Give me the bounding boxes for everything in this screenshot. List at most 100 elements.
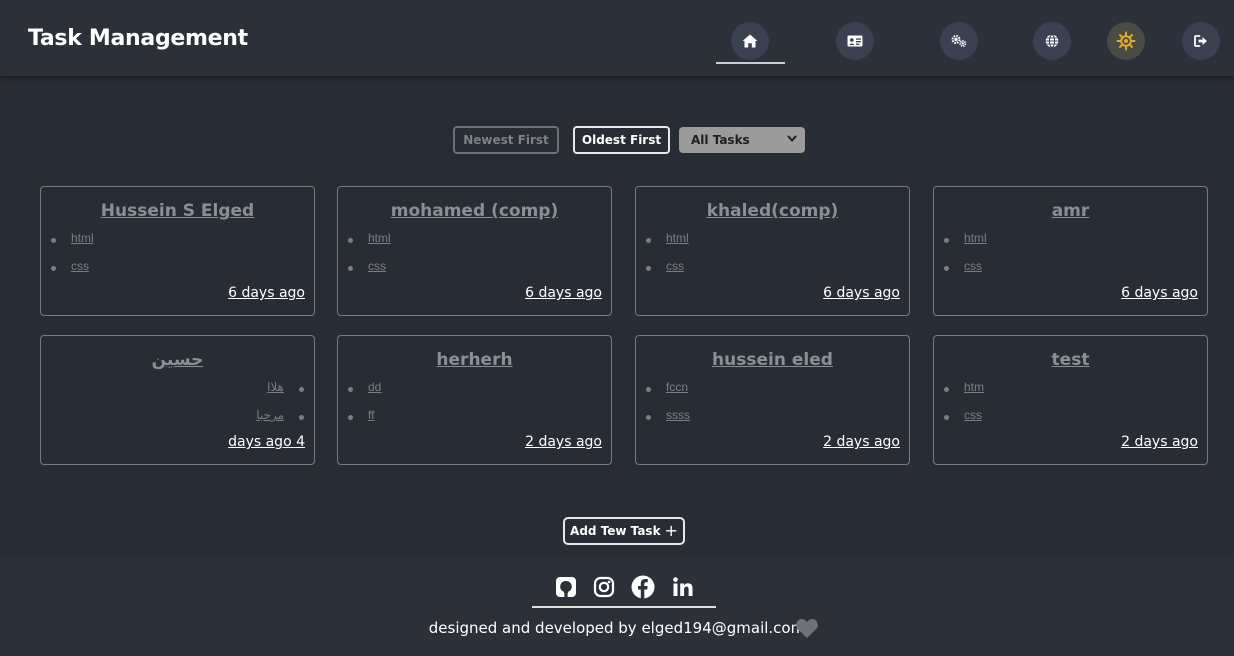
- task-card-date: 6 days ago: [228, 285, 305, 301]
- task-item-link[interactable]: html: [71, 231, 94, 245]
- chevron-down-icon: [787, 135, 797, 142]
- bullet-icon: [51, 238, 56, 243]
- bullet-icon: [348, 415, 353, 420]
- task-card-list: fccn ssss: [636, 378, 909, 434]
- task-card-date: 6 days ago: [823, 285, 900, 301]
- id-card-icon: [847, 35, 863, 47]
- task-card-title[interactable]: hussein eled: [636, 350, 909, 370]
- top-navbar: Task Management: [0, 0, 1234, 76]
- task-item-link[interactable]: css: [666, 259, 684, 273]
- list-item: مرحبا: [41, 406, 314, 434]
- task-item-link[interactable]: dd: [368, 380, 381, 394]
- task-card-date: 2 days ago: [823, 434, 900, 450]
- list-item: fccn: [636, 378, 909, 406]
- task-card-date: days ago 4: [228, 434, 305, 450]
- task-card-title[interactable]: test: [934, 350, 1207, 370]
- task-item-link[interactable]: css: [71, 259, 89, 273]
- nav-theme-toggle-button[interactable]: [1107, 22, 1145, 60]
- task-card: حسين هلاا مرحبا days ago 4: [40, 335, 315, 465]
- task-card: Hussein S Elged html css 6 days ago: [40, 186, 315, 316]
- bullet-icon: [348, 387, 353, 392]
- nav-profile-button[interactable]: [836, 22, 874, 60]
- facebook-link[interactable]: [631, 575, 655, 599]
- task-item-link[interactable]: css: [368, 259, 386, 273]
- task-card-list: html css: [41, 229, 314, 285]
- task-filter-select[interactable]: All Tasks: [679, 127, 805, 153]
- active-nav-underline: [716, 62, 785, 64]
- github-link[interactable]: [554, 575, 578, 599]
- list-item: ssss: [636, 406, 909, 434]
- footer-credits: designed and developed by elged194@gmail…: [428, 619, 806, 637]
- task-filter-value: All Tasks: [691, 133, 750, 147]
- bullet-icon: [51, 266, 56, 271]
- task-item-link[interactable]: ssss: [666, 408, 690, 422]
- task-card-title[interactable]: حسين: [41, 350, 314, 370]
- bullet-icon: [646, 415, 651, 420]
- logout-icon: [1194, 35, 1207, 47]
- task-card-title[interactable]: Hussein S Elged: [41, 201, 314, 221]
- task-card-list: html css: [636, 229, 909, 285]
- task-item-link[interactable]: htm: [964, 380, 984, 394]
- home-icon: [742, 34, 758, 48]
- instagram-link[interactable]: [592, 575, 616, 599]
- bullet-icon: [299, 387, 304, 392]
- task-item-link[interactable]: css: [964, 408, 982, 422]
- nav-language-button[interactable]: [1033, 22, 1071, 60]
- sun-icon: [1116, 31, 1136, 51]
- globe-icon: [1045, 34, 1059, 48]
- list-item: ff: [338, 406, 611, 434]
- task-card-date: 2 days ago: [525, 434, 602, 450]
- list-item: css: [338, 257, 611, 285]
- task-card: hussein eled fccn ssss 2 days ago: [635, 335, 910, 465]
- nav-settings-button[interactable]: [940, 22, 978, 60]
- add-task-button[interactable]: Add Tew Task +: [563, 517, 685, 545]
- heart-icon: [796, 618, 818, 638]
- facebook-icon: [631, 575, 655, 599]
- task-item-link[interactable]: html: [964, 231, 987, 245]
- task-card-date: 6 days ago: [525, 285, 602, 301]
- task-card-list: htm css: [934, 378, 1207, 434]
- gears-icon: [951, 34, 967, 47]
- linkedin-link[interactable]: [671, 575, 695, 599]
- list-item: html: [41, 229, 314, 257]
- task-card-list: html css: [338, 229, 611, 285]
- task-card: khaled(comp) html css 6 days ago: [635, 186, 910, 316]
- list-item: html: [636, 229, 909, 257]
- task-card-title[interactable]: amr: [934, 201, 1207, 221]
- sort-newest-button[interactable]: Newest First: [453, 126, 559, 154]
- task-item-link[interactable]: html: [666, 231, 689, 245]
- task-item-link[interactable]: مرحبا: [256, 408, 284, 422]
- task-card-date: 2 days ago: [1121, 434, 1198, 450]
- task-card-date: 6 days ago: [1121, 285, 1198, 301]
- task-card: test htm css 2 days ago: [933, 335, 1208, 465]
- task-card-list: html css: [934, 229, 1207, 285]
- task-card-title[interactable]: herherh: [338, 350, 611, 370]
- bullet-icon: [944, 238, 949, 243]
- linkedin-icon: [673, 577, 693, 596]
- add-task-label: Add Tew Task: [570, 524, 661, 538]
- task-card-title[interactable]: mohamed (comp): [338, 201, 611, 221]
- task-item-link[interactable]: fccn: [666, 380, 688, 394]
- task-card-list: dd ff: [338, 378, 611, 434]
- github-icon: [556, 577, 576, 597]
- task-card-list: هلاا مرحبا: [41, 378, 314, 434]
- bullet-icon: [646, 387, 651, 392]
- task-item-link[interactable]: html: [368, 231, 391, 245]
- task-item-link[interactable]: ff: [368, 408, 374, 422]
- list-item: css: [934, 257, 1207, 285]
- nav-logout-button[interactable]: [1182, 22, 1220, 60]
- list-item: css: [934, 406, 1207, 434]
- plus-icon: +: [664, 521, 678, 540]
- task-card: amr html css 6 days ago: [933, 186, 1208, 316]
- task-item-link[interactable]: هلاا: [267, 380, 284, 394]
- list-item: css: [636, 257, 909, 285]
- task-card: mohamed (comp) html css 6 days ago: [337, 186, 612, 316]
- bullet-icon: [646, 266, 651, 271]
- task-card-title[interactable]: khaled(comp): [636, 201, 909, 221]
- list-item: dd: [338, 378, 611, 406]
- task-item-link[interactable]: css: [964, 259, 982, 273]
- list-item: css: [41, 257, 314, 285]
- bullet-icon: [944, 387, 949, 392]
- sort-oldest-button[interactable]: Oldest First: [573, 126, 670, 154]
- nav-home-button[interactable]: [731, 22, 769, 60]
